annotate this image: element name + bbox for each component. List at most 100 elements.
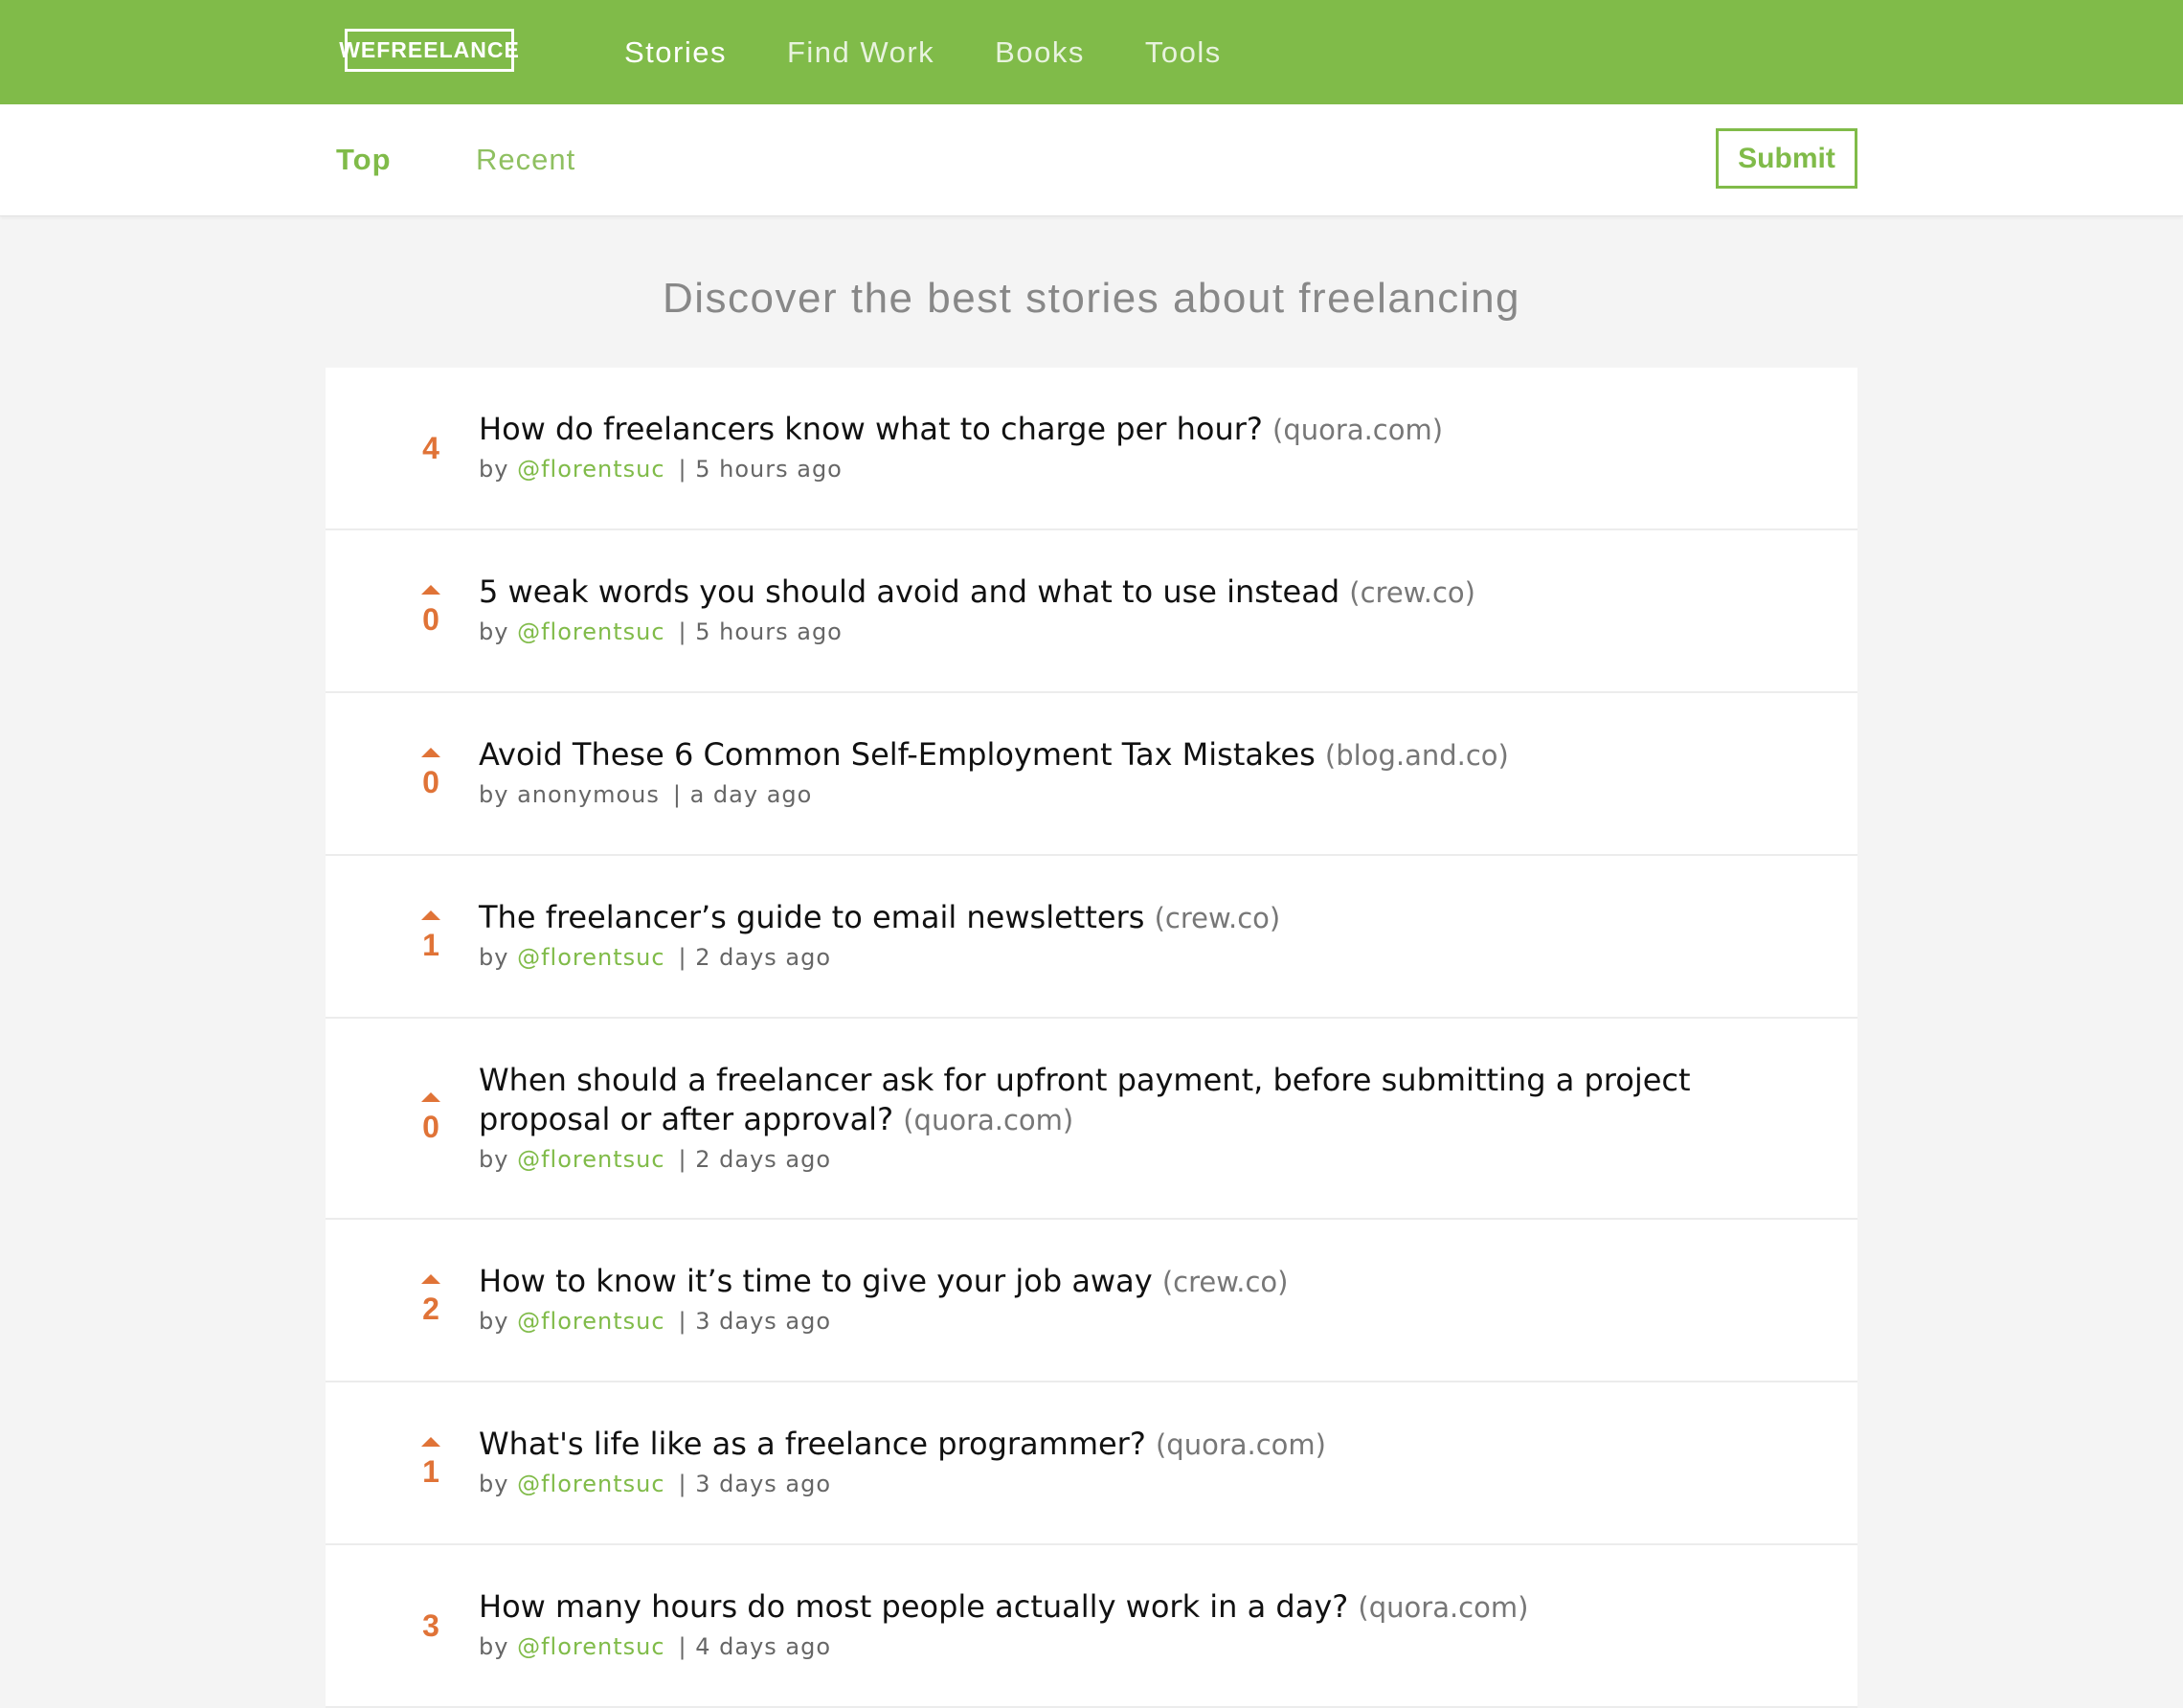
story-time: | 4 days ago — [678, 1633, 832, 1660]
story-row: 2 How to know it’s time to give your job … — [326, 1220, 1857, 1382]
story-meta: by @florentsuc | 4 days ago — [479, 1631, 1762, 1662]
story-time: | 2 days ago — [678, 1146, 832, 1173]
story-author[interactable]: @florentsuc — [517, 1471, 664, 1497]
story-row: 4 How do freelancers know what to charge … — [326, 368, 1857, 530]
story-meta: by @florentsuc | 5 hours ago — [479, 454, 1762, 484]
story-time: | 5 hours ago — [678, 456, 843, 483]
vote-count: 2 — [422, 1292, 439, 1326]
nav-stories[interactable]: Stories — [624, 35, 727, 70]
story-author[interactable]: @florentsuc — [517, 1146, 664, 1173]
story-title-link[interactable]: How to know it’s time to give your job a… — [479, 1263, 1153, 1299]
upvote-arrow-icon[interactable] — [421, 1092, 440, 1102]
sort-bar: Top Recent Submit — [0, 104, 2183, 216]
vote-widget[interactable]: 2 — [383, 1220, 479, 1381]
vote-widget[interactable]: 1 — [383, 856, 479, 1017]
story-title-link[interactable]: When should a freelancer ask for upfront… — [479, 1062, 1691, 1137]
story-author[interactable]: @florentsuc — [517, 618, 664, 645]
story-meta: by @florentsuc | 5 hours ago — [479, 617, 1762, 647]
wefreelance-logo[interactable]: WEFREELANCE — [339, 29, 519, 72]
upvote-arrow-icon[interactable] — [421, 1274, 440, 1284]
tab-recent[interactable]: Recent — [476, 104, 575, 215]
story-body: Avoid These 6 Common Self-Employment Tax… — [479, 735, 1762, 810]
meta-prefix: by — [479, 944, 509, 971]
story-time: | a day ago — [672, 781, 813, 808]
story-domain: (crew.co) — [1349, 576, 1475, 609]
story-title-line: 5 weak words you should avoid and what t… — [479, 573, 1762, 613]
story-title-line: When should a freelancer ask for upfront… — [479, 1061, 1762, 1140]
story-row: 3 How many hours do most people actually … — [326, 1545, 1857, 1708]
meta-prefix: by — [479, 1633, 509, 1660]
meta-prefix: by — [479, 781, 509, 808]
story-domain: (crew.co) — [1161, 1266, 1289, 1298]
story-meta: by @florentsuc | 3 days ago — [479, 1306, 1762, 1337]
story-title-link[interactable]: What's life like as a freelance programm… — [479, 1426, 1146, 1462]
story-domain: (quora.com) — [1272, 414, 1444, 446]
vote-count: 0 — [422, 765, 439, 799]
story-row: 0 When should a freelancer ask for upfron… — [326, 1019, 1857, 1220]
story-title-line: How do freelancers know what to charge p… — [479, 410, 1762, 450]
story-title-link[interactable]: Avoid These 6 Common Self-Employment Tax… — [479, 736, 1316, 773]
upvote-arrow-icon[interactable] — [421, 1437, 440, 1447]
story-list: 4 How do freelancers know what to charge … — [326, 368, 1857, 1708]
story-title-line: How to know it’s time to give your job a… — [479, 1262, 1762, 1302]
story-domain: (blog.and.co) — [1324, 739, 1509, 772]
meta-prefix: by — [479, 456, 509, 483]
tab-top[interactable]: Top — [336, 104, 392, 215]
story-domain: (crew.co) — [1154, 902, 1281, 934]
story-domain: (quora.com) — [1358, 1591, 1529, 1624]
story-domain: (quora.com) — [1155, 1428, 1326, 1461]
meta-prefix: by — [479, 1471, 509, 1497]
story-body: When should a freelancer ask for upfront… — [479, 1061, 1762, 1175]
story-time: | 3 days ago — [678, 1471, 832, 1497]
upvote-arrow-icon[interactable] — [421, 748, 440, 757]
story-author[interactable]: @florentsuc — [517, 944, 664, 971]
story-title-link[interactable]: How do freelancers know what to charge p… — [479, 411, 1263, 447]
vote-count: 4 — [422, 431, 439, 465]
meta-prefix: by — [479, 618, 509, 645]
nav-find-work[interactable]: Find Work — [787, 35, 934, 70]
story-row: 0 5 weak words you should avoid and what … — [326, 530, 1857, 693]
vote-widget[interactable]: 0 — [383, 1019, 479, 1218]
story-author[interactable]: @florentsuc — [517, 456, 664, 483]
story-title-line: What's life like as a freelance programm… — [479, 1425, 1762, 1465]
story-row: 0 Avoid These 6 Common Self-Employment Ta… — [326, 693, 1857, 856]
vote-count: 1 — [422, 928, 439, 962]
story-author[interactable]: @florentsuc — [517, 1308, 664, 1335]
submit-button[interactable]: Submit — [1716, 128, 1857, 189]
story-title-link[interactable]: How many hours do most people actually w… — [479, 1588, 1348, 1625]
story-meta: by @florentsuc | 2 days ago — [479, 1144, 1762, 1175]
story-body: How do freelancers know what to charge p… — [479, 410, 1762, 484]
story-meta: by @florentsuc | 2 days ago — [479, 942, 1762, 973]
upvote-arrow-icon[interactable] — [421, 585, 440, 595]
vote-widget[interactable]: 1 — [383, 1382, 479, 1543]
story-body: How many hours do most people actually w… — [479, 1587, 1762, 1662]
story-time: | 2 days ago — [678, 944, 832, 971]
vote-widget[interactable]: 0 — [383, 530, 479, 691]
nav-books[interactable]: Books — [995, 35, 1085, 70]
story-meta: by @florentsuc | 3 days ago — [479, 1469, 1762, 1499]
upvote-arrow-icon[interactable] — [421, 910, 440, 920]
vote-widget[interactable]: 0 — [383, 693, 479, 854]
story-title-line: Avoid These 6 Common Self-Employment Tax… — [479, 735, 1762, 775]
story-title-line: How many hours do most people actually w… — [479, 1587, 1762, 1628]
story-author: anonymous — [517, 781, 660, 808]
story-body: 5 weak words you should avoid and what t… — [479, 573, 1762, 647]
vote-count: 3 — [422, 1608, 439, 1643]
story-title-line: The freelancer’s guide to email newslett… — [479, 898, 1762, 938]
vote-count: 1 — [422, 1454, 439, 1489]
vote-count: 0 — [422, 602, 439, 637]
story-author[interactable]: @florentsuc — [517, 1633, 664, 1660]
vote-widget[interactable]: 4 — [383, 368, 479, 528]
page-title: Discover the best stories about freelanc… — [662, 275, 1521, 322]
story-time: | 3 days ago — [678, 1308, 832, 1335]
story-title-link[interactable]: The freelancer’s guide to email newslett… — [479, 899, 1144, 935]
story-row: 1 What's life like as a freelance program… — [326, 1382, 1857, 1545]
vote-widget[interactable]: 3 — [383, 1545, 479, 1706]
nav-tools[interactable]: Tools — [1145, 35, 1222, 70]
story-body: The freelancer’s guide to email newslett… — [479, 898, 1762, 973]
story-meta: by anonymous | a day ago — [479, 779, 1762, 810]
story-body: What's life like as a freelance programm… — [479, 1425, 1762, 1499]
story-domain: (quora.com) — [903, 1104, 1074, 1136]
story-title-link[interactable]: 5 weak words you should avoid and what t… — [479, 573, 1339, 610]
story-body: How to know it’s time to give your job a… — [479, 1262, 1762, 1337]
